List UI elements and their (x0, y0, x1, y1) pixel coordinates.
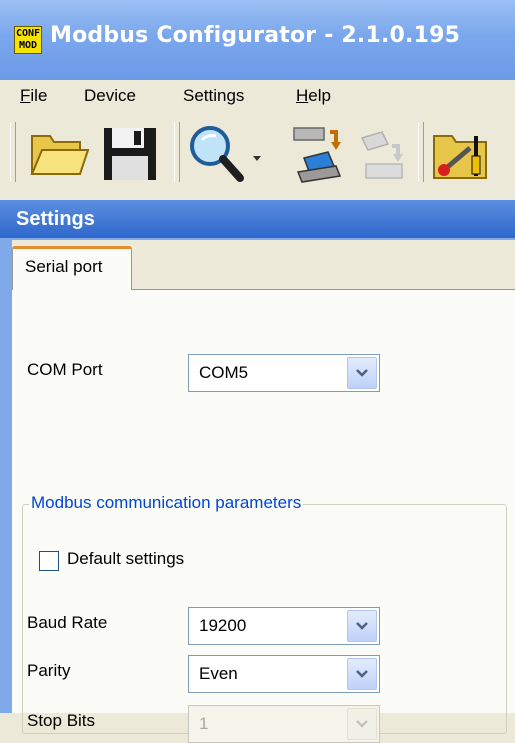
window-title: Modbus Configurator - 2.1.0.195 (50, 23, 461, 48)
menu-bar: File Device Settings Help (0, 80, 515, 112)
serial-port-tab-content: COM Port COM5 Modbus communication param… (12, 289, 515, 743)
parity-value: Even (199, 664, 238, 683)
search-devices-button[interactable] (186, 122, 248, 184)
chevron-down-icon (356, 720, 368, 728)
read-device-button[interactable] (286, 122, 348, 184)
menu-settings[interactable]: Settings (183, 86, 244, 106)
logo-text-top: CONF (15, 28, 41, 39)
chevron-down-icon (356, 670, 368, 678)
stop-bits-value: 1 (199, 714, 209, 733)
menu-device[interactable]: Device (84, 86, 136, 106)
toolbar-separator (174, 122, 180, 182)
app-logo-icon: CONF MOD (14, 26, 42, 54)
baud-rate-select[interactable]: 19200 (188, 607, 380, 645)
settings-panel-body: Serial port COM Port COM5 Modbus communi… (12, 240, 515, 743)
search-dropdown-arrow[interactable] (252, 150, 262, 168)
download-to-device-icon (293, 127, 342, 183)
baud-rate-label: Baud Rate (27, 613, 108, 632)
menu-file-rest: ile (30, 86, 48, 105)
settings-panel: Settings Serial port COM Port COM5 Modbu… (0, 200, 515, 743)
menu-file-mnemonic: F (20, 86, 31, 105)
settings-panel-header: Settings (0, 200, 515, 238)
default-settings-label[interactable]: Default settings (67, 549, 184, 569)
tab-serial-port-label: Serial port (25, 257, 103, 276)
configure-tools-icon (433, 135, 487, 179)
parity-label: Parity (27, 661, 71, 680)
open-folder-icon (30, 135, 90, 175)
com-port-label: COM Port (27, 360, 103, 379)
save-button[interactable] (100, 122, 162, 184)
parity-dropdown-button[interactable] (347, 658, 377, 690)
chevron-down-icon (356, 622, 368, 630)
settings-panel-title: Settings (16, 208, 95, 230)
menu-help[interactable]: Help (296, 86, 331, 106)
chevron-down-icon (356, 369, 368, 377)
upload-from-device-icon (360, 131, 403, 179)
modbus-params-group: Modbus communication parameters Default … (22, 493, 507, 743)
com-port-select[interactable]: COM5 (188, 354, 380, 392)
save-disk-icon (104, 128, 156, 180)
chevron-down-icon (253, 156, 261, 161)
menu-help-mnemonic: H (296, 86, 309, 105)
stop-bits-label: Stop Bits (27, 711, 96, 730)
parity-select[interactable]: Even (188, 655, 380, 693)
baud-rate-value: 19200 (199, 616, 247, 635)
open-button[interactable] (28, 122, 90, 184)
toolbar (0, 112, 515, 192)
menu-help-rest: elp (308, 86, 331, 105)
write-device-button[interactable] (352, 122, 414, 184)
baud-rate-dropdown-button[interactable] (347, 610, 377, 642)
logo-text-bottom: MOD (18, 40, 38, 51)
com-port-value: COM5 (199, 363, 249, 382)
toolbar-grip[interactable] (10, 122, 16, 182)
toolbar-separator-2 (418, 122, 424, 182)
stop-bits-select: 1 (188, 705, 380, 743)
modbus-params-legend: Modbus communication parameters (29, 493, 304, 513)
search-magnifier-icon (190, 126, 244, 182)
menu-file[interactable]: File (20, 86, 47, 106)
configure-button[interactable] (430, 122, 492, 184)
title-bar[interactable]: CONF MOD Modbus Configurator - 2.1.0.195 (0, 0, 515, 80)
tab-serial-port[interactable]: Serial port (12, 246, 132, 290)
com-port-dropdown-button[interactable] (347, 357, 377, 389)
default-settings-checkbox[interactable] (39, 551, 59, 571)
